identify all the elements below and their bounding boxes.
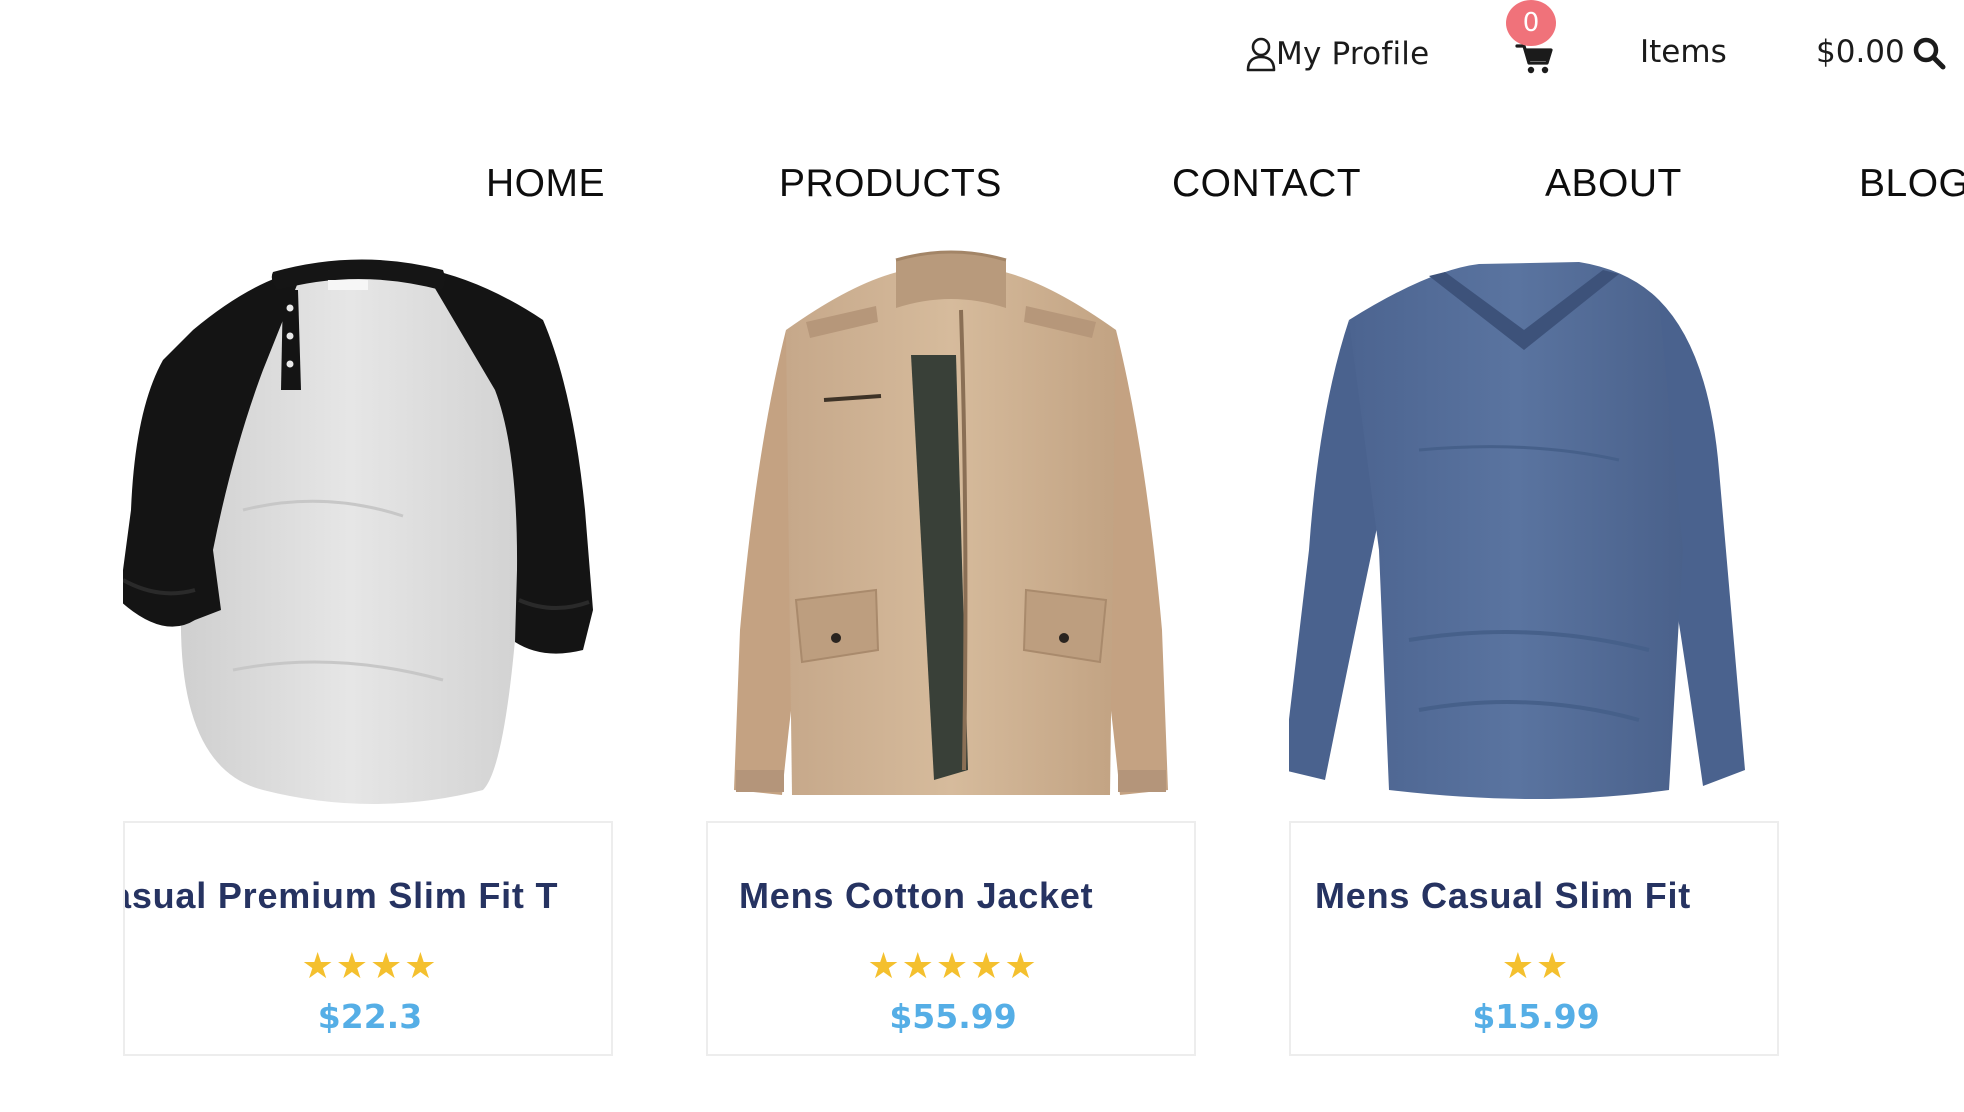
nav-item-contact[interactable]: CONTACT — [1172, 162, 1361, 206]
top-utility-bar: My Profile 0 Items $0.00 — [0, 0, 1964, 110]
product-image-vneck-longsleeve[interactable] — [1283, 250, 1779, 810]
product-card[interactable]: asual Premium Slim Fit T ★★★★ $22.3 — [119, 250, 613, 1060]
product-price: $15.99 — [1472, 997, 1600, 1036]
nav-item-home[interactable]: HOME — [486, 162, 605, 206]
product-card[interactable]: Mens Cotton Jacket ★★★★★ $55.99 — [706, 250, 1196, 1060]
main-nav: HOME PRODUCTS CONTACT ABOUT BLOG — [0, 162, 1964, 218]
cart-total: $0.00 — [1816, 34, 1905, 70]
user-icon — [1246, 36, 1276, 72]
product-price: $22.3 — [317, 997, 423, 1036]
my-profile-label: My Profile — [1276, 36, 1430, 72]
nav-item-blog[interactable]: BLOG — [1859, 162, 1964, 206]
product-title[interactable]: asual Premium Slim Fit T — [125, 875, 558, 917]
product-image-cotton-jacket[interactable] — [706, 250, 1196, 810]
product-title[interactable]: Mens Casual Slim Fit — [1315, 875, 1691, 917]
product-info: asual Premium Slim Fit T ★★★★ $22.3 — [123, 821, 613, 1056]
rating-stars: ★★★★ — [301, 946, 439, 987]
nav-item-about[interactable]: ABOUT — [1545, 162, 1682, 206]
product-title[interactable]: Mens Cotton Jacket — [739, 875, 1093, 917]
product-info: Mens Cotton Jacket ★★★★★ $55.99 — [706, 821, 1196, 1056]
cart-count-badge: 0 — [1506, 0, 1556, 46]
product-card[interactable]: Mens Casual Slim Fit ★★ $15.99 — [1283, 250, 1779, 1060]
cart-items-label[interactable]: Items — [1640, 34, 1727, 70]
product-price: $55.99 — [889, 997, 1017, 1036]
search-icon — [1913, 37, 1946, 70]
nav-item-products[interactable]: PRODUCTS — [779, 162, 1002, 206]
my-profile-link[interactable]: My Profile — [1246, 34, 1429, 74]
product-info: Mens Casual Slim Fit ★★ $15.99 — [1289, 821, 1779, 1056]
product-image-raglan-henley[interactable] — [119, 250, 613, 810]
rating-stars: ★★★★★ — [867, 946, 1039, 987]
search-button[interactable] — [1912, 36, 1946, 70]
rating-stars: ★★ — [1501, 946, 1571, 987]
